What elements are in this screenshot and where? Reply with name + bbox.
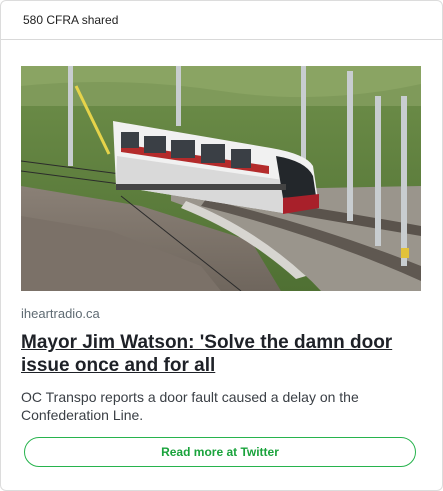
tweet-card: 580 CFRA shared iheartradio.ca Mayor Jim…	[0, 0, 443, 491]
article-headline-link[interactable]: Mayor Jim Watson: 'Solve the damn door i…	[21, 331, 431, 377]
article-image[interactable]	[21, 66, 421, 291]
share-text: 580 CFRA shared	[23, 13, 119, 27]
share-header: 580 CFRA shared	[1, 1, 442, 40]
light-rail-train-photo	[21, 66, 421, 291]
article-description: OC Transpo reports a door fault caused a…	[21, 389, 359, 423]
read-more-button[interactable]: Read more at Twitter	[24, 437, 416, 467]
article-source: iheartradio.ca	[21, 306, 100, 321]
